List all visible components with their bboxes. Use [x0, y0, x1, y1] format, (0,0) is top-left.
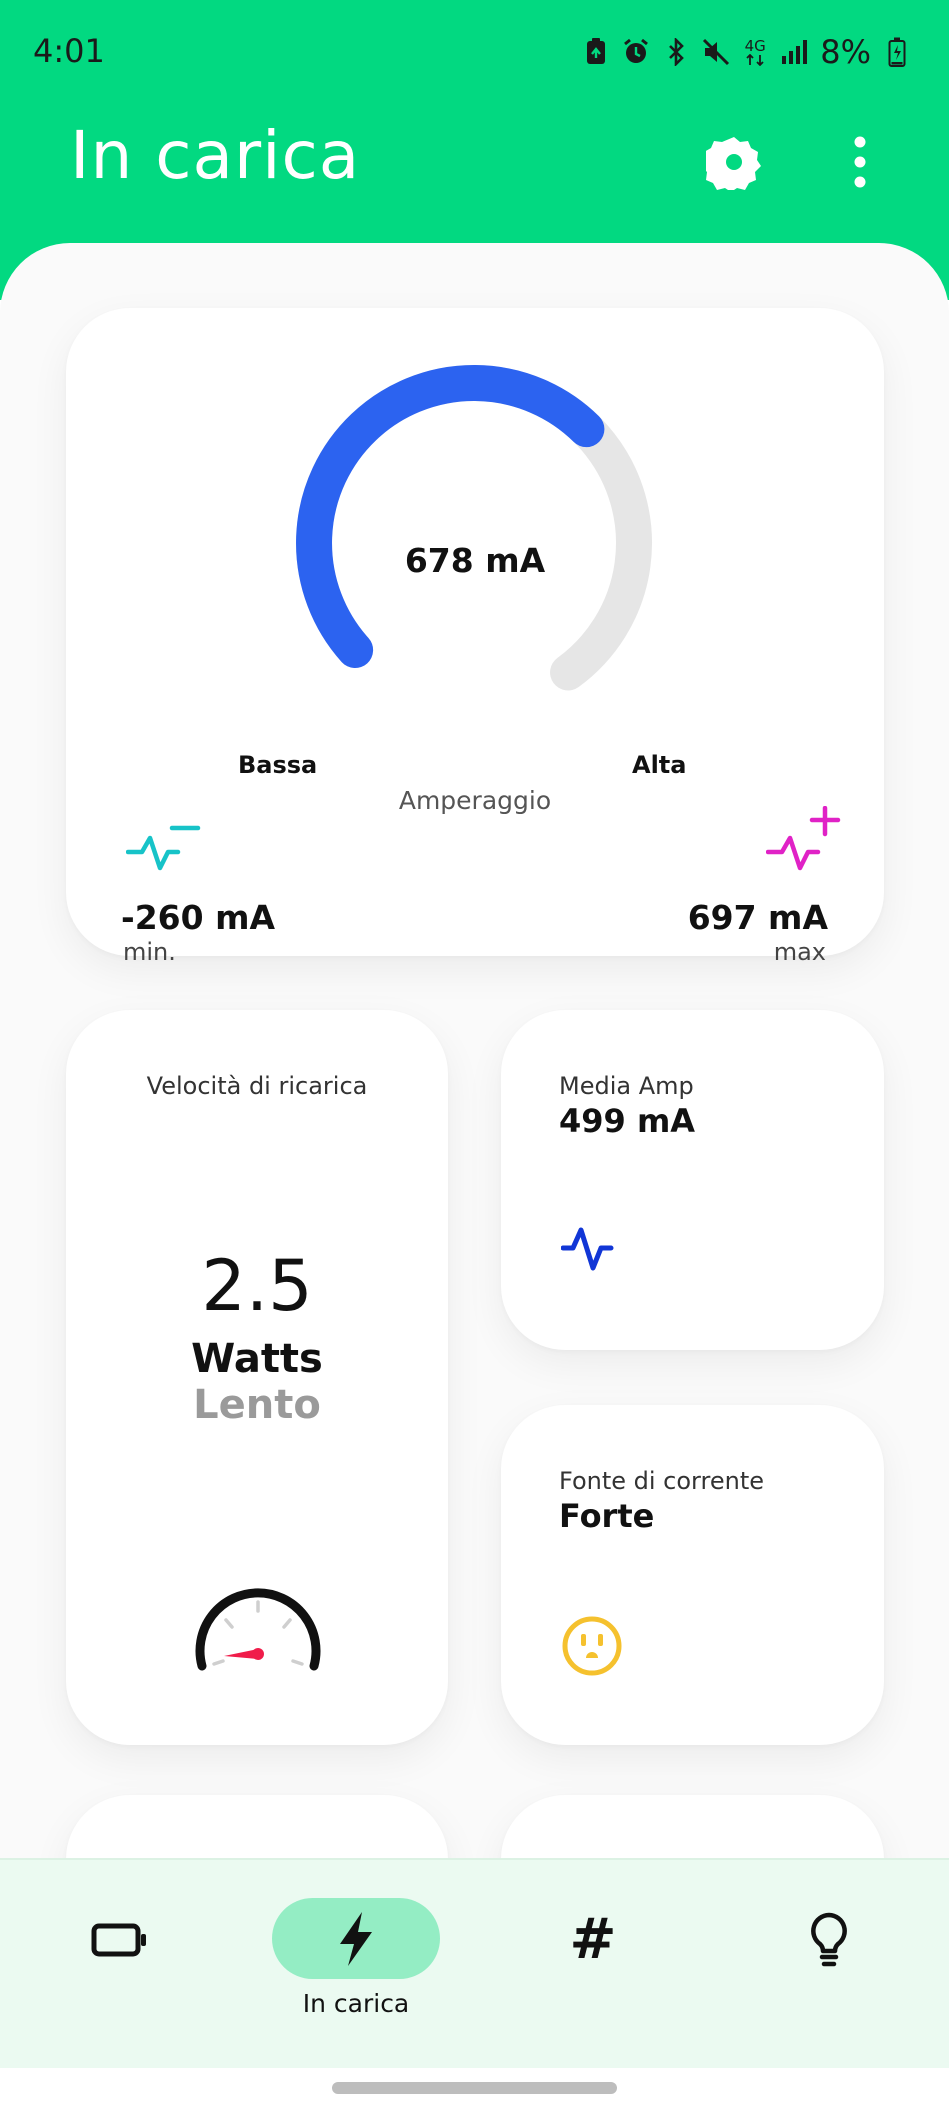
average-amperage-card: Media Amp 499 mA: [501, 1010, 884, 1350]
mute-icon: [702, 38, 730, 66]
amperage-value: 678 mA: [404, 541, 546, 580]
charging-speed-value: 2.5: [201, 1245, 313, 1327]
battery-charging-icon: [883, 37, 911, 67]
average-amperage-value: 499 mA: [559, 1102, 696, 1140]
power-outlet-icon: [562, 1616, 622, 1676]
max-amperage-value: 697 mA: [687, 898, 828, 937]
average-amperage-title: Media Amp: [559, 1072, 694, 1100]
bottom-navigation: In carica #: [0, 1858, 949, 2068]
charging-speed-status: Lento: [193, 1382, 321, 1428]
status-time: 4:01: [33, 32, 105, 70]
power-source-value: Forte: [559, 1497, 655, 1535]
gauge-fill: [296, 365, 605, 669]
nav-battery[interactable]: [36, 1898, 204, 2018]
gesture-bar[interactable]: [332, 2082, 617, 2094]
battery-icon: [91, 1923, 146, 1957]
status-bar: 4:01 4G 8%: [0, 0, 949, 110]
speedometer-icon: [195, 1588, 321, 1671]
max-amperage-label: max: [773, 938, 826, 966]
lightbulb-icon: [811, 1912, 847, 1967]
charging-speed-card: Velocità di ricarica 2.5 Watts Lento: [66, 1010, 448, 1745]
pulse-icon: [561, 1227, 614, 1271]
nav-charging-pill: [272, 1898, 440, 1979]
power-source-title: Fonte di corrente: [559, 1467, 764, 1495]
nav-info-pill: #: [509, 1898, 677, 1982]
content-panel: 678 mA Bassa Alta Amperaggio -260 mA min…: [0, 243, 949, 1943]
hash-icon: #: [569, 1907, 617, 1972]
settings-button[interactable]: [700, 128, 768, 196]
page-title: In carica: [70, 117, 361, 194]
battery-percent: 8%: [820, 33, 871, 71]
gauge-low-label: Bassa: [238, 751, 318, 779]
status-icons: 4G 8%: [582, 30, 911, 74]
nav-charging[interactable]: In carica: [272, 1898, 440, 2018]
network-4g-icon: 4G: [742, 38, 768, 66]
nav-battery-pill: [36, 1898, 204, 1982]
charging-speed-unit: Watts: [191, 1336, 323, 1382]
more-vert-icon: [854, 136, 866, 188]
min-amperage-label: min.: [123, 938, 176, 966]
bolt-icon: [340, 1911, 372, 1966]
amperage-card: 678 mA Bassa Alta Amperaggio -260 mA min…: [66, 308, 884, 966]
gear-icon: [706, 137, 761, 190]
gauge-high-label: Alta: [632, 751, 687, 779]
power-source-card: Fonte di corrente Forte: [501, 1405, 884, 1745]
nav-info[interactable]: #: [509, 1898, 677, 2018]
overflow-menu-button[interactable]: [832, 128, 888, 196]
battery-saver-icon: [582, 38, 610, 66]
pulse-plus-icon: [766, 806, 841, 871]
network-type: 4G: [744, 36, 766, 55]
pulse-minus-icon: [126, 825, 201, 871]
min-amperage-value: -260 mA: [121, 898, 275, 937]
signal-icon: [780, 38, 808, 66]
nav-tips-pill: [745, 1898, 913, 1982]
nav-tips[interactable]: [745, 1898, 913, 2018]
bluetooth-icon: [662, 38, 690, 66]
amperage-caption: Amperaggio: [398, 786, 552, 815]
alarm-icon: [622, 38, 650, 66]
charging-speed-title: Velocità di ricarica: [146, 1072, 368, 1100]
nav-charging-label: In carica: [302, 1989, 410, 2018]
